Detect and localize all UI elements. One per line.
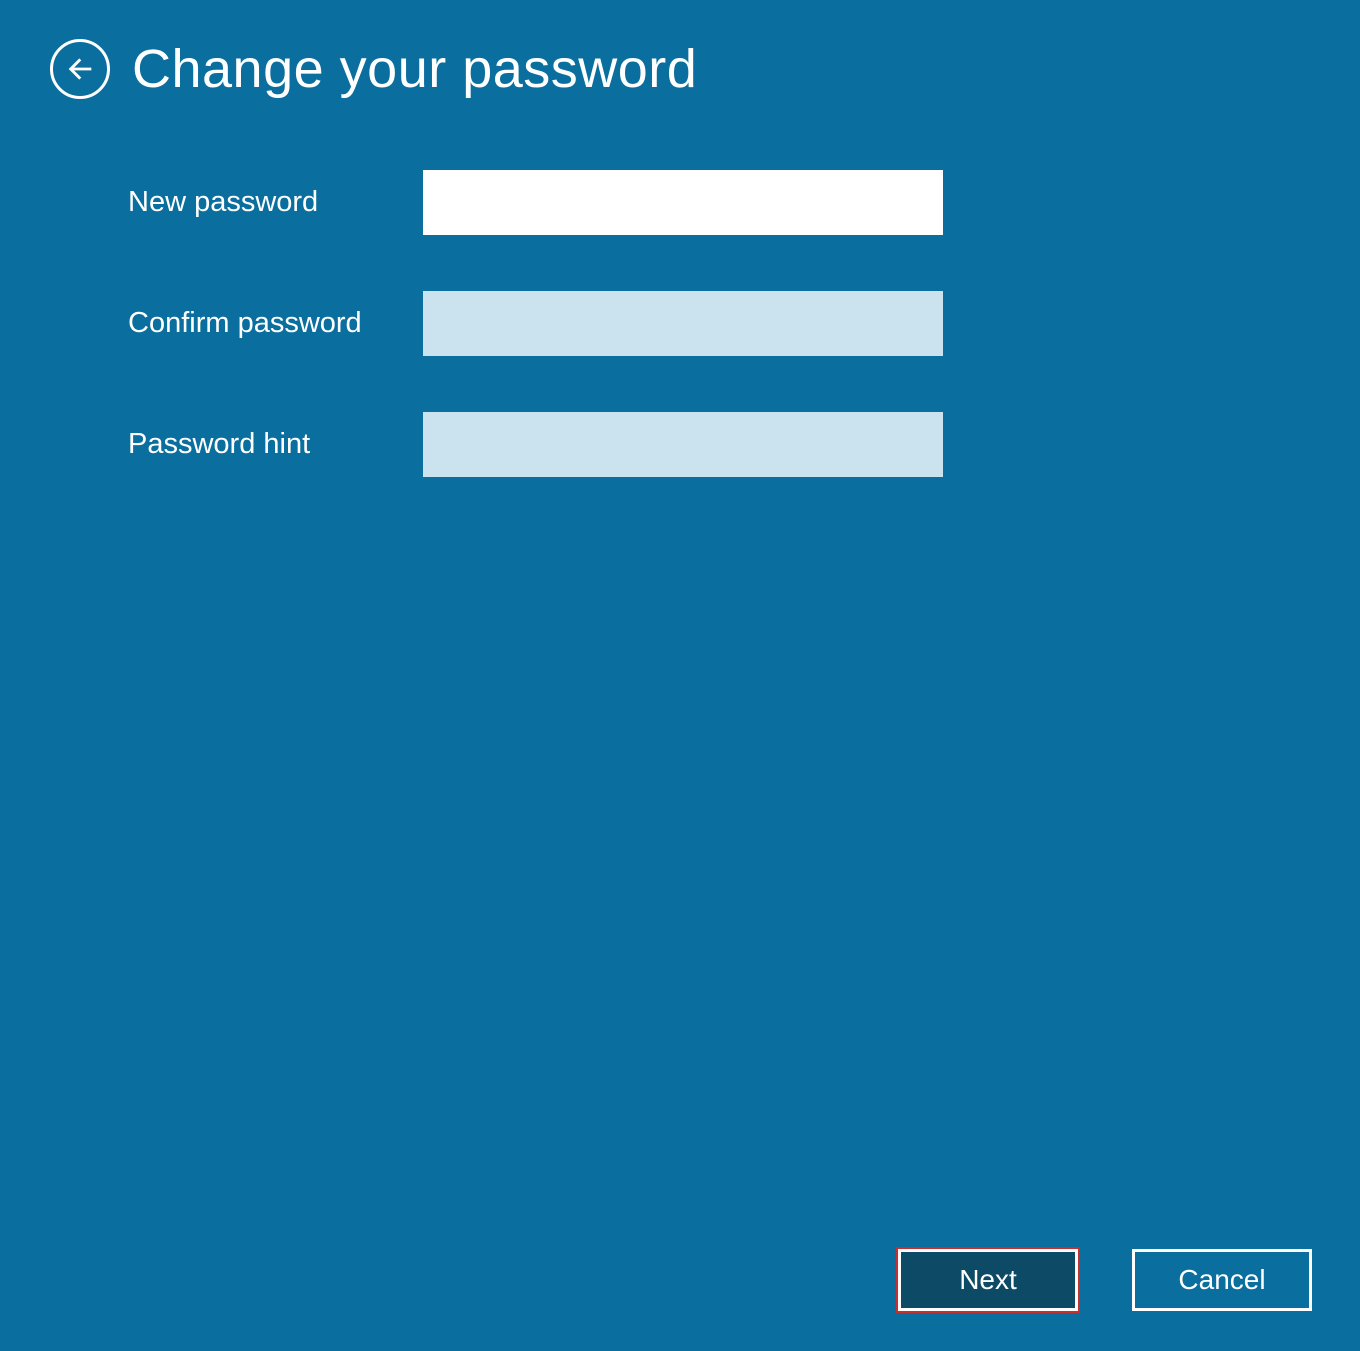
password-form: New password Confirm password Password h… [0,100,1360,477]
page-title: Change your password [132,38,697,100]
arrow-left-icon [63,52,97,86]
confirm-password-input[interactable] [423,291,943,356]
confirm-password-label: Confirm password [128,307,423,340]
password-hint-label: Password hint [128,428,423,461]
form-row-confirm-password: Confirm password [128,291,1360,356]
cancel-button[interactable]: Cancel [1132,1249,1312,1311]
form-row-new-password: New password [128,170,1360,235]
header: Change your password [0,0,1360,100]
password-hint-input[interactable] [423,412,943,477]
form-row-password-hint: Password hint [128,412,1360,477]
new-password-label: New password [128,186,423,219]
back-button[interactable] [50,39,110,99]
new-password-input[interactable] [423,170,943,235]
next-button[interactable]: Next [898,1249,1078,1311]
footer: Next Cancel [898,1249,1312,1311]
